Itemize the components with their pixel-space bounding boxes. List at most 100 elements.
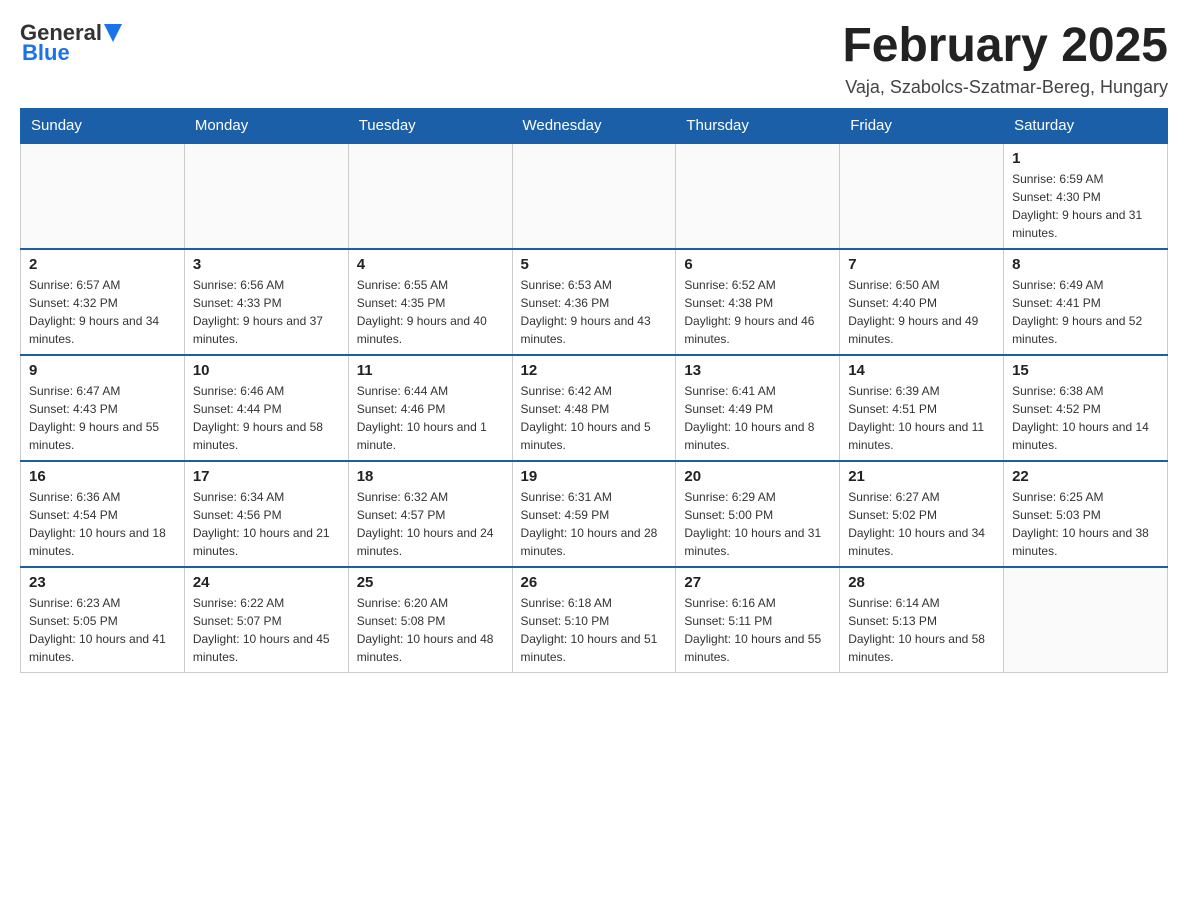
day-number: 24 — [193, 574, 340, 591]
day-info: Sunrise: 6:32 AMSunset: 4:57 PMDaylight:… — [357, 488, 504, 560]
calendar-cell: 21 Sunrise: 6:27 AMSunset: 5:02 PMDayligh… — [840, 461, 1004, 567]
day-of-week-thursday: Thursday — [676, 108, 840, 143]
day-number: 4 — [357, 256, 504, 273]
day-number: 2 — [29, 256, 176, 273]
day-number: 22 — [1012, 468, 1159, 485]
calendar-cell — [184, 143, 348, 249]
logo-arrow-icon — [104, 24, 122, 42]
logo: General Blue — [20, 20, 122, 66]
day-number: 13 — [684, 362, 831, 379]
day-number: 26 — [521, 574, 668, 591]
day-number: 7 — [848, 256, 995, 273]
week-row-5: 23 Sunrise: 6:23 AMSunset: 5:05 PMDayligh… — [21, 567, 1168, 673]
day-info: Sunrise: 6:29 AMSunset: 5:00 PMDaylight:… — [684, 488, 831, 560]
calendar-cell: 13 Sunrise: 6:41 AMSunset: 4:49 PMDayligh… — [676, 355, 840, 461]
day-info: Sunrise: 6:25 AMSunset: 5:03 PMDaylight:… — [1012, 488, 1159, 560]
day-info: Sunrise: 6:39 AMSunset: 4:51 PMDaylight:… — [848, 382, 995, 454]
day-number: 19 — [521, 468, 668, 485]
calendar-header-row: SundayMondayTuesdayWednesdayThursdayFrid… — [21, 108, 1168, 143]
day-info: Sunrise: 6:52 AMSunset: 4:38 PMDaylight:… — [684, 276, 831, 348]
day-info: Sunrise: 6:41 AMSunset: 4:49 PMDaylight:… — [684, 382, 831, 454]
calendar-cell: 27 Sunrise: 6:16 AMSunset: 5:11 PMDayligh… — [676, 567, 840, 673]
day-number: 12 — [521, 362, 668, 379]
calendar-cell: 6 Sunrise: 6:52 AMSunset: 4:38 PMDaylight… — [676, 249, 840, 355]
week-row-4: 16 Sunrise: 6:36 AMSunset: 4:54 PMDayligh… — [21, 461, 1168, 567]
day-info: Sunrise: 6:53 AMSunset: 4:36 PMDaylight:… — [521, 276, 668, 348]
day-info: Sunrise: 6:50 AMSunset: 4:40 PMDaylight:… — [848, 276, 995, 348]
day-info: Sunrise: 6:14 AMSunset: 5:13 PMDaylight:… — [848, 594, 995, 666]
calendar-cell — [512, 143, 676, 249]
day-number: 16 — [29, 468, 176, 485]
day-of-week-saturday: Saturday — [1004, 108, 1168, 143]
day-of-week-wednesday: Wednesday — [512, 108, 676, 143]
calendar-cell: 8Sunrise: 6:49 AMSunset: 4:41 PMDaylight… — [1004, 249, 1168, 355]
day-info: Sunrise: 6:59 AMSunset: 4:30 PMDaylight:… — [1012, 170, 1159, 242]
day-number: 5 — [521, 256, 668, 273]
day-info: Sunrise: 6:18 AMSunset: 5:10 PMDaylight:… — [521, 594, 668, 666]
calendar-cell — [840, 143, 1004, 249]
day-number: 9 — [29, 362, 176, 379]
calendar-cell — [348, 143, 512, 249]
day-info: Sunrise: 6:23 AMSunset: 5:05 PMDaylight:… — [29, 594, 176, 666]
calendar-cell: 20Sunrise: 6:29 AMSunset: 5:00 PMDayligh… — [676, 461, 840, 567]
week-row-2: 2 Sunrise: 6:57 AMSunset: 4:32 PMDaylight… — [21, 249, 1168, 355]
day-number: 27 — [684, 574, 831, 591]
calendar-cell: 19 Sunrise: 6:31 AMSunset: 4:59 PMDayligh… — [512, 461, 676, 567]
day-number: 14 — [848, 362, 995, 379]
calendar-cell: 15 Sunrise: 6:38 AMSunset: 4:52 PMDayligh… — [1004, 355, 1168, 461]
calendar-cell: 14 Sunrise: 6:39 AMSunset: 4:51 PMDayligh… — [840, 355, 1004, 461]
day-info: Sunrise: 6:55 AMSunset: 4:35 PMDaylight:… — [357, 276, 504, 348]
day-info: Sunrise: 6:49 AMSunset: 4:41 PMDaylight:… — [1012, 276, 1159, 348]
day-info: Sunrise: 6:57 AMSunset: 4:32 PMDaylight:… — [29, 276, 176, 348]
calendar-cell: 11Sunrise: 6:44 AMSunset: 4:46 PMDayligh… — [348, 355, 512, 461]
calendar-cell: 25 Sunrise: 6:20 AMSunset: 5:08 PMDayligh… — [348, 567, 512, 673]
calendar-cell: 23 Sunrise: 6:23 AMSunset: 5:05 PMDayligh… — [21, 567, 185, 673]
calendar-cell: 7 Sunrise: 6:50 AMSunset: 4:40 PMDaylight… — [840, 249, 1004, 355]
day-number: 11 — [357, 362, 504, 379]
calendar-cell — [21, 143, 185, 249]
day-number: 1 — [1012, 150, 1159, 167]
day-info: Sunrise: 6:31 AMSunset: 4:59 PMDaylight:… — [521, 488, 668, 560]
location: Vaja, Szabolcs-Szatmar-Bereg, Hungary — [842, 77, 1168, 98]
day-number: 28 — [848, 574, 995, 591]
day-info: Sunrise: 6:38 AMSunset: 4:52 PMDaylight:… — [1012, 382, 1159, 454]
calendar-cell — [1004, 567, 1168, 673]
calendar-cell: 24 Sunrise: 6:22 AMSunset: 5:07 PMDayligh… — [184, 567, 348, 673]
day-number: 15 — [1012, 362, 1159, 379]
page-header: General Blue February 2025 Vaja, Szabolc… — [20, 20, 1168, 98]
calendar-cell: 12Sunrise: 6:42 AMSunset: 4:48 PMDayligh… — [512, 355, 676, 461]
week-row-3: 9 Sunrise: 6:47 AMSunset: 4:43 PMDaylight… — [21, 355, 1168, 461]
day-number: 18 — [357, 468, 504, 485]
calendar-cell — [676, 143, 840, 249]
day-info: Sunrise: 6:46 AMSunset: 4:44 PMDaylight:… — [193, 382, 340, 454]
day-number: 6 — [684, 256, 831, 273]
calendar-cell: 28 Sunrise: 6:14 AMSunset: 5:13 PMDayligh… — [840, 567, 1004, 673]
calendar-cell: 17Sunrise: 6:34 AMSunset: 4:56 PMDayligh… — [184, 461, 348, 567]
day-number: 25 — [357, 574, 504, 591]
day-number: 21 — [848, 468, 995, 485]
day-info: Sunrise: 6:27 AMSunset: 5:02 PMDaylight:… — [848, 488, 995, 560]
calendar-cell: 3Sunrise: 6:56 AMSunset: 4:33 PMDaylight… — [184, 249, 348, 355]
day-of-week-sunday: Sunday — [21, 108, 185, 143]
day-number: 3 — [193, 256, 340, 273]
logo-blue-text: Blue — [22, 40, 70, 66]
title-section: February 2025 Vaja, Szabolcs-Szatmar-Ber… — [842, 20, 1168, 98]
calendar-cell: 9 Sunrise: 6:47 AMSunset: 4:43 PMDaylight… — [21, 355, 185, 461]
day-info: Sunrise: 6:36 AMSunset: 4:54 PMDaylight:… — [29, 488, 176, 560]
day-info: Sunrise: 6:20 AMSunset: 5:08 PMDaylight:… — [357, 594, 504, 666]
day-of-week-tuesday: Tuesday — [348, 108, 512, 143]
calendar-cell: 26 Sunrise: 6:18 AMSunset: 5:10 PMDayligh… — [512, 567, 676, 673]
month-title: February 2025 — [842, 20, 1168, 73]
day-info: Sunrise: 6:16 AMSunset: 5:11 PMDaylight:… — [684, 594, 831, 666]
day-info: Sunrise: 6:47 AMSunset: 4:43 PMDaylight:… — [29, 382, 176, 454]
day-info: Sunrise: 6:34 AMSunset: 4:56 PMDaylight:… — [193, 488, 340, 560]
calendar-cell: 4 Sunrise: 6:55 AMSunset: 4:35 PMDaylight… — [348, 249, 512, 355]
calendar-table: SundayMondayTuesdayWednesdayThursdayFrid… — [20, 108, 1168, 673]
calendar-cell: 2 Sunrise: 6:57 AMSunset: 4:32 PMDaylight… — [21, 249, 185, 355]
day-info: Sunrise: 6:22 AMSunset: 5:07 PMDaylight:… — [193, 594, 340, 666]
day-number: 23 — [29, 574, 176, 591]
day-number: 10 — [193, 362, 340, 379]
calendar-cell: 22 Sunrise: 6:25 AMSunset: 5:03 PMDayligh… — [1004, 461, 1168, 567]
week-row-1: 1 Sunrise: 6:59 AMSunset: 4:30 PMDaylight… — [21, 143, 1168, 249]
calendar-cell: 1 Sunrise: 6:59 AMSunset: 4:30 PMDaylight… — [1004, 143, 1168, 249]
